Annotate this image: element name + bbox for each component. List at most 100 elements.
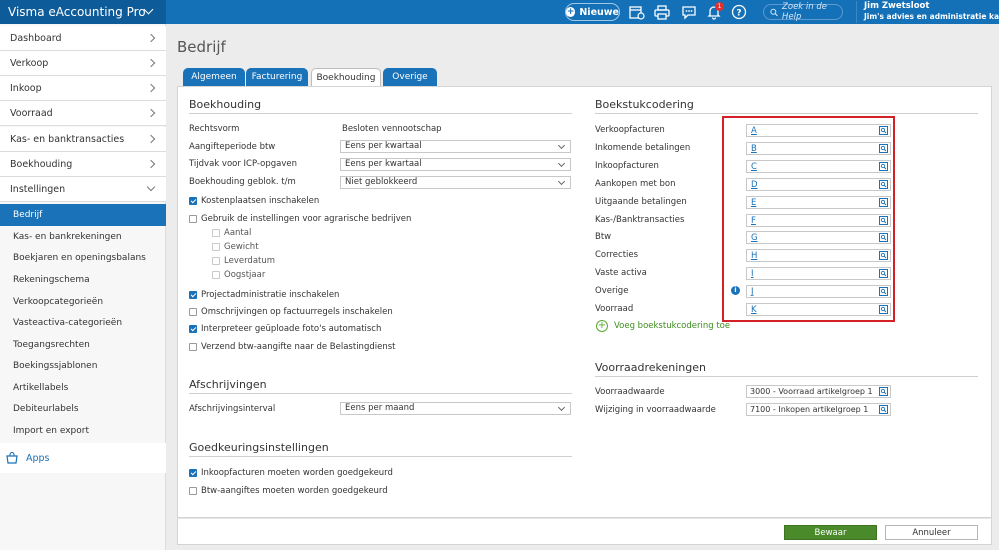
sidebar-subitem-boekingssjablonen[interactable]: Boekingssjablonen — [0, 355, 166, 377]
codering-row-label: Inkoopfacturen — [595, 160, 659, 171]
leverdatum-checkbox[interactable] — [212, 257, 220, 265]
sidebar-subitem-label: Rekeningschema — [13, 275, 90, 285]
sidebar-subitem-bedrijf[interactable]: Bedrijf — [0, 204, 166, 226]
save-button[interactable]: Bewaar — [784, 525, 877, 540]
codering-row-label: Vaste activa — [595, 268, 647, 279]
codering-row-label: Verkoopfacturen — [595, 125, 665, 135]
inkoopfacturen-goedkeuren-checkbox[interactable] — [189, 469, 197, 477]
sidebar-item-inkoop[interactable]: Inkoop — [0, 76, 166, 101]
print-icon[interactable] — [654, 4, 670, 20]
sidebar-subitem-boekjaren[interactable]: Boekjaren en openingsbalans — [0, 247, 166, 269]
user-name: Jim Zwetsloot — [864, 1, 930, 11]
codering-row-label: Kas-/Banktransacties — [595, 214, 685, 225]
select-value: Eens per kwartaal — [345, 159, 422, 169]
app-switcher[interactable]: Visma eAccounting Pro — [0, 0, 166, 24]
new-button[interactable]: + Nieuwe — [565, 3, 620, 21]
chevron-down-icon — [557, 177, 566, 186]
add-boekstukcodering-label: Voeg boekstukcodering toe — [614, 321, 731, 331]
new-button-label: Nieuwe — [579, 6, 619, 18]
sidebar-item-verkoop[interactable]: Verkoop — [0, 51, 166, 76]
sidebar-item-instellingen[interactable]: Instellingen — [0, 177, 166, 202]
sidebar-subitem-label: Artikellabels — [13, 383, 69, 393]
codering-row-label: Uitgaande betalingen — [595, 196, 687, 207]
omschrijvingen-checkbox[interactable] — [189, 308, 197, 316]
chat-icon[interactable] — [681, 4, 697, 20]
section-title-afschrijvingen: Afschrijvingen — [189, 378, 267, 391]
aangifteperiode-select[interactable]: Eens per kwartaal — [340, 140, 571, 153]
tab-label: Overige — [392, 72, 428, 82]
search-icon — [770, 8, 778, 16]
codering-row-label: Correcties — [595, 250, 639, 261]
sidebar-subitem-import-export[interactable]: Import en export — [0, 420, 166, 442]
user-menu[interactable]: Jim Zwetsloot Jim's advies en administra… — [856, 1, 999, 23]
sidebar-subitem-toegangsrechten[interactable]: Toegangsrechten — [0, 334, 166, 356]
tab-label: Boekhouding — [316, 73, 376, 83]
sidebar-item-dashboard[interactable]: Dashboard — [0, 26, 166, 51]
chevron-right-icon — [146, 108, 156, 118]
geblokkeerd-select[interactable]: Niet geblokkeerd — [340, 176, 571, 189]
wijziging-voorraadwaarde-field[interactable]: 7100 - Inkopen artikelgroep 1 — [746, 403, 891, 416]
leverdatum-label: Leverdatum — [224, 256, 276, 266]
plus-circle-icon: + — [596, 320, 608, 332]
sidebar-subitem-debiteurlabels[interactable]: Debiteurlabels — [0, 398, 166, 420]
codering-row-label: Inkomende betalingen — [595, 142, 691, 153]
geblokkeerd-label: Boekhouding geblok. t/m — [189, 177, 296, 187]
sidebar-subitem-artikellabels[interactable]: Artikellabels — [0, 377, 166, 399]
projectadministratie-label: Projectadministratie inschakelen — [201, 290, 340, 300]
sidebar-item-voorraad[interactable]: Voorraad — [0, 101, 166, 126]
tab-overige[interactable]: Overige — [383, 68, 437, 86]
voorraadwaarde-field[interactable]: 3000 - Voorraad artikelgroep 1 — [746, 385, 891, 398]
afschrijvingsinterval-select[interactable]: Eens per maand — [340, 402, 571, 415]
tab-label: Facturering — [251, 72, 303, 82]
section-divider — [189, 393, 572, 394]
section-title-boekhouding: Boekhouding — [189, 98, 262, 111]
btw-aangifte-checkbox[interactable] — [189, 343, 197, 351]
sidebar-item-boekhouding[interactable]: Boekhouding — [0, 152, 166, 177]
icp-select[interactable]: Eens per kwartaal — [340, 158, 571, 171]
highlight-box — [722, 116, 895, 322]
kostenplaatsen-label: Kostenplaatsen inschakelen — [201, 196, 320, 206]
company-name: Jim's advies en administratie kantoor — [864, 12, 999, 21]
codering-row-label: Overige — [595, 286, 629, 297]
section-divider — [189, 456, 572, 457]
sidebar-subitem-kas-bankrekeningen[interactable]: Kas- en bankrekeningen — [0, 226, 166, 248]
gewicht-checkbox[interactable] — [212, 243, 220, 251]
agrarisch-checkbox[interactable] — [189, 215, 197, 223]
wijziging-voorraadwaarde-label: Wijziging in voorraadwaarde — [595, 405, 716, 415]
agrarisch-label: Gebruik de instellingen voor agrarische … — [201, 214, 412, 224]
add-boekstukcodering-link[interactable]: + Voeg boekstukcodering toe — [596, 320, 730, 332]
sidebar-subitem-label: Verkoopcategorieën — [13, 297, 104, 307]
tab-algemeen[interactable]: Algemeen — [183, 68, 245, 86]
btw-goedkeuren-checkbox[interactable] — [189, 487, 197, 495]
sidebar-subitem-rekeningschema[interactable]: Rekeningschema — [0, 269, 166, 291]
afschrijvingsinterval-label: Afschrijvingsinterval — [189, 404, 276, 414]
codering-row-label: Aankopen met bon — [595, 178, 676, 189]
oogstjaar-checkbox[interactable] — [212, 271, 220, 279]
tab-facturering[interactable]: Facturering — [246, 68, 308, 86]
voorraadwaarde-value: 3000 - Voorraad artikelgroep 1 — [750, 387, 873, 396]
btw-goedkeuren-label: Btw-aangiftes moeten worden goedgekeurd — [201, 486, 388, 496]
aangifteperiode-label: Aangifteperiode btw — [189, 142, 276, 152]
sidebar-item-label: Kas- en banktransacties — [10, 133, 125, 145]
select-value: Niet geblokkeerd — [345, 177, 418, 187]
help-icon[interactable]: ? — [731, 4, 747, 20]
btw-aangifte-label: Verzend btw-aangifte naar de Belastingdi… — [201, 342, 396, 352]
aantal-checkbox[interactable] — [212, 229, 220, 237]
activity-icon[interactable] — [629, 4, 645, 20]
sidebar-subitem-label: Import en export — [13, 426, 89, 436]
kostenplaatsen-checkbox[interactable] — [189, 197, 197, 205]
apps-link[interactable]: Apps — [0, 443, 166, 473]
help-search-input[interactable]: Zoek in de Help — [763, 2, 843, 22]
sidebar-subitem-label: Toegangsrechten — [13, 340, 90, 350]
plus-icon: + — [566, 7, 576, 17]
svg-text:?: ? — [736, 9, 741, 19]
cancel-button[interactable]: Annuleer — [885, 525, 978, 540]
sidebar-item-label: Voorraad — [10, 107, 53, 119]
projectadministratie-checkbox[interactable] — [189, 291, 197, 299]
chevron-down-icon — [146, 182, 156, 192]
sidebar-subitem-verkoopcategorieen[interactable]: Verkoopcategorieën — [0, 291, 166, 313]
sidebar-subitem-vasteactiva[interactable]: Vasteactiva-categorieën — [0, 312, 166, 334]
sidebar-item-kas-bank[interactable]: Kas- en banktransacties — [0, 127, 166, 152]
fotos-checkbox[interactable] — [189, 325, 197, 333]
tab-boekhouding[interactable]: Boekhouding — [311, 68, 381, 87]
